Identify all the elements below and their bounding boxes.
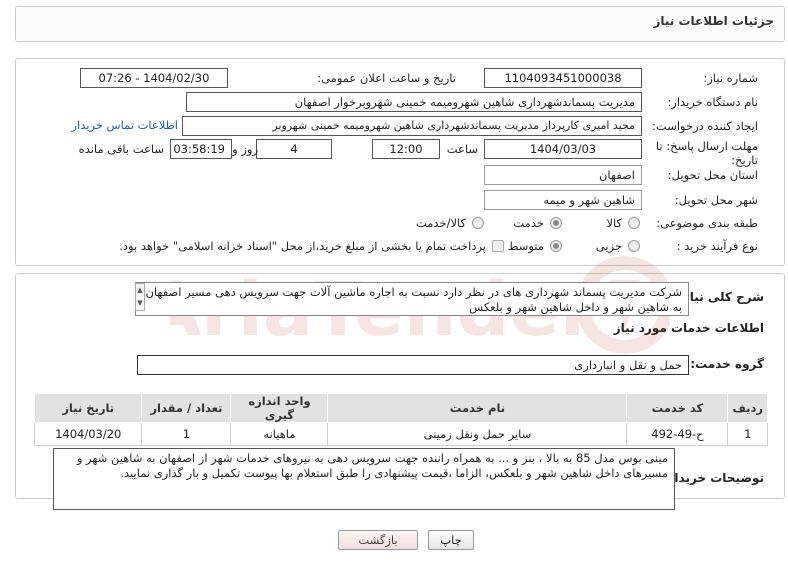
category-option-goods-service: کالا/خدمت [415, 216, 466, 230]
remaining-days-field: 4 [256, 139, 332, 159]
process-label: نوع فرآیند خرید : [676, 239, 758, 253]
buyer-contact-link[interactable]: اطلاعات تماس خریدار [71, 118, 178, 132]
col-service-code: کد خدمت [626, 393, 729, 423]
category-option-goods: کالا [606, 216, 622, 230]
category-option-service: خدمت [513, 216, 544, 230]
creator-label: ایجاد کننده درخواست: [652, 119, 758, 133]
summary-label: شرح کلی نیاز: [678, 290, 764, 304]
announce-date-label: تاریخ و ساعت اعلان عمومی: [317, 71, 456, 85]
creator-field: مجید امیری کارپرداز مدیریت پسماندشهرداری… [182, 116, 642, 136]
need-number-field: 1104093451000038 [484, 68, 642, 88]
back-button[interactable]: بازگشت [338, 530, 418, 550]
deadline-date-field: 1404/03/03 [484, 139, 642, 159]
announce-date-field: 1404/02/30 - 07:26 [80, 68, 228, 88]
cell-row-number: 1 [727, 422, 768, 446]
summary-scroll-arrows[interactable]: ▲ ▼ [135, 283, 145, 311]
buyer-org-field: مدیریت پسماندشهرداری شاهین شهرومیمه خمین… [186, 92, 642, 112]
deadline-time-label: ساعت [446, 142, 478, 156]
cell-service-name: سایر حمل ونقل زمینی [327, 422, 628, 446]
summary-textarea[interactable]: شرکت مدیریت پسماند شهرداری های در نظر دا… [135, 282, 689, 316]
category-radio-service[interactable] [550, 217, 562, 229]
need-info-panel [15, 58, 785, 266]
service-group-field: حمل و نقل و انبارداری [137, 355, 689, 375]
category-radio-goods[interactable] [628, 217, 640, 229]
province-label: استان محل تحویل: [667, 168, 758, 182]
page-title: جزئیات اطلاعات نیاز [653, 14, 774, 28]
remaining-time-field: 03:58:19 [170, 139, 232, 159]
deadline-label-date: تاریخ: [731, 153, 758, 167]
services-title: اطلاعات خدمات مورد نیاز [613, 321, 764, 335]
buyer-notes-textarea[interactable]: مینی بوس مدل 85 به بالا ، بنز و ... به ه… [53, 448, 675, 510]
col-service-name: نام خدمت [327, 393, 628, 423]
buyer-org-label: نام دستگاه خریدار: [667, 95, 758, 109]
col-row-number: ردیف [727, 393, 768, 423]
print-button[interactable]: چاپ [428, 530, 474, 550]
table-row: 1 ح-49-492 سایر حمل ونقل زمینی ماهیانه 1… [33, 422, 768, 446]
service-group-label: گروه خدمت: [690, 357, 764, 371]
city-field: شاهین شهر و میمه [484, 190, 642, 210]
remaining-label: ساعت باقی مانده [78, 142, 164, 156]
need-number-label: شماره نیاز: [703, 71, 758, 85]
days-label: روز و [232, 142, 258, 156]
col-quantity: تعداد / مقدار [141, 393, 232, 423]
category-radio-goods-service[interactable] [472, 217, 484, 229]
buyer-notes-label: توضیحات خریدار: [662, 471, 764, 485]
deadline-time-field: 12:00 [372, 139, 440, 159]
col-unit: واحد اندازه گیری [230, 393, 329, 423]
cell-need-date: 1404/03/20 [33, 422, 143, 446]
cell-unit: ماهیانه [230, 422, 329, 446]
city-label: شهر محل تحویل: [674, 193, 758, 207]
province-field: اصفهان [484, 165, 642, 185]
services-table: ردیف کد خدمت نام خدمت واحد اندازه گیری ت… [33, 393, 768, 446]
cell-service-code: ح-49-492 [626, 422, 729, 446]
col-need-date: تاریخ نیاز [33, 393, 143, 423]
category-label: طبقه بندی موضوعی: [656, 216, 758, 230]
cell-quantity: 1 [141, 422, 232, 446]
deadline-label: مهلت ارسال پاسخ: تا [655, 139, 758, 153]
